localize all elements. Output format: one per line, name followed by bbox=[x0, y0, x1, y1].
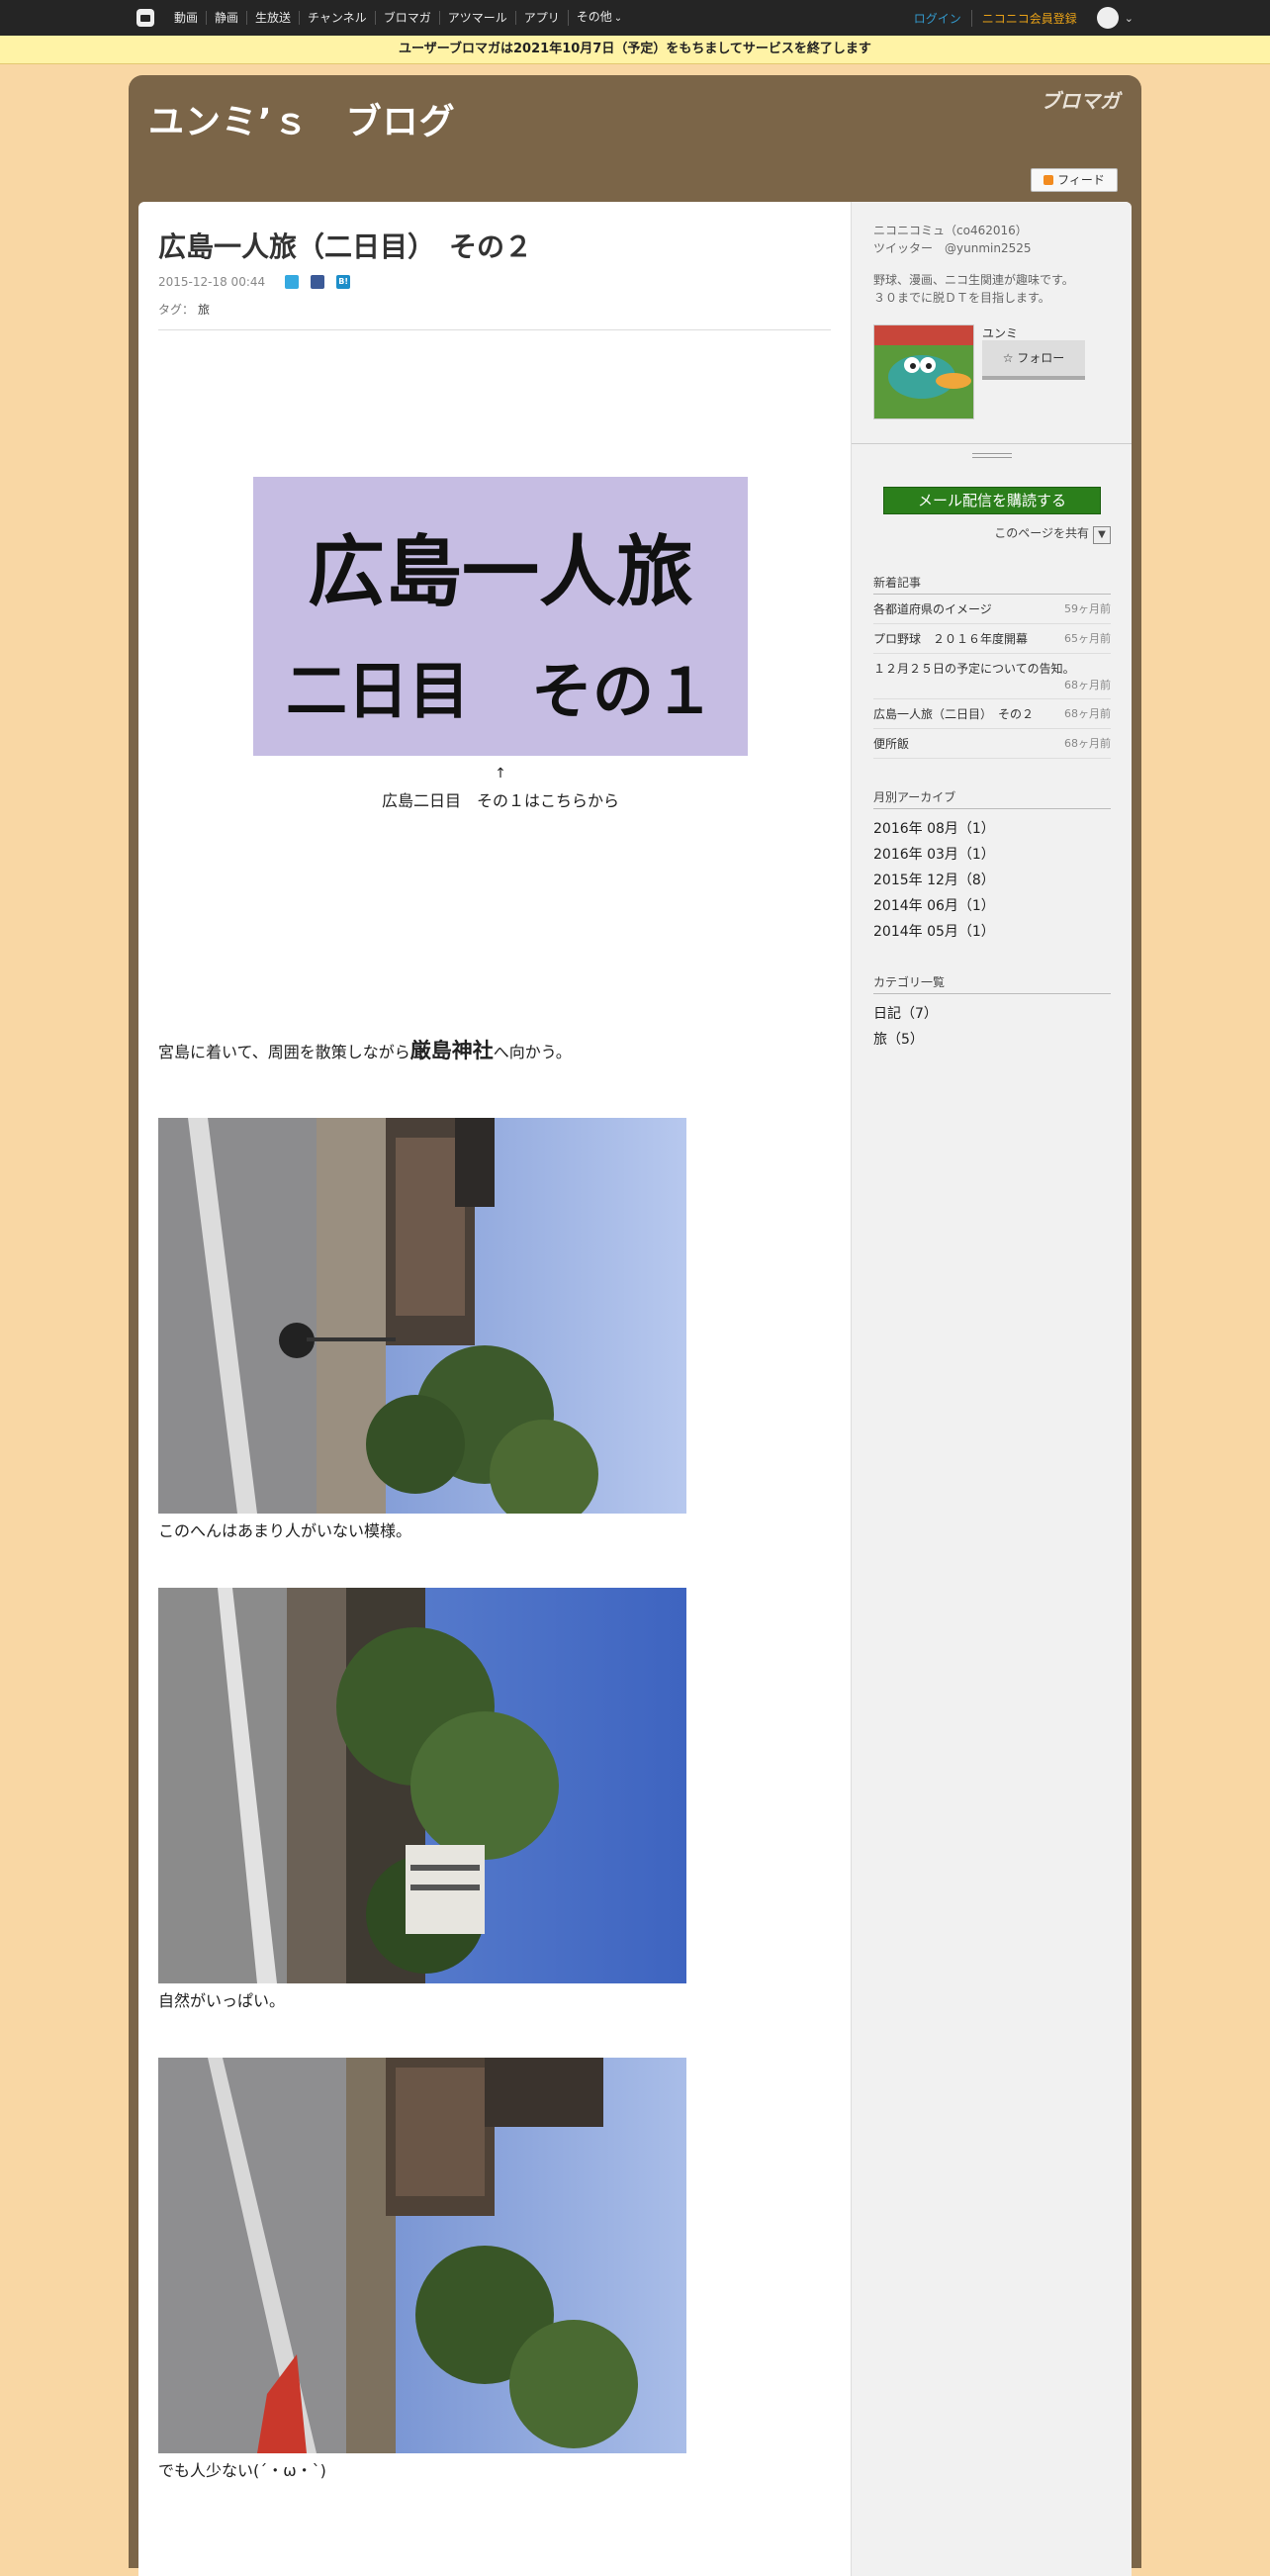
user-avatar-icon[interactable] bbox=[1096, 7, 1119, 29]
bio-line: 野球、漫画、ニコ生関連が趣味です。 bbox=[873, 273, 1074, 287]
login-link[interactable]: ログイン bbox=[904, 9, 972, 27]
category-item[interactable]: 旅（5） bbox=[873, 1026, 1111, 1052]
blog-title[interactable]: ユンミ’ｓ ブログ bbox=[148, 93, 456, 144]
post-meta: 2015-12-18 00:44 B! bbox=[158, 275, 831, 289]
grip-icon[interactable] bbox=[972, 453, 1012, 458]
recent-post-title[interactable]: 各都道府県のイメージ bbox=[873, 600, 992, 617]
mail-subscribe-button[interactable]: メール配信を購読する bbox=[883, 487, 1101, 514]
article-photo[interactable] bbox=[158, 2058, 686, 2453]
service-end-notice: ユーザーブロマガは2021年10月7日（予定）をもちましてサービスを終了します bbox=[0, 36, 1270, 64]
nav-other[interactable]: その他 ⌄ bbox=[567, 10, 630, 26]
facebook-share-icon[interactable] bbox=[311, 275, 325, 289]
nav-atsumaru[interactable]: アツマール bbox=[438, 11, 515, 25]
blog-frame: ユンミ’ｓ ブログ ブロマガ フィード 広島一人旅（二日目） その２ 2015-… bbox=[129, 75, 1141, 2576]
recent-post-item[interactable]: 各都道府県のイメージ 59ヶ月前 bbox=[873, 595, 1111, 624]
blomaga-logo[interactable]: ブロマガ bbox=[1041, 85, 1120, 114]
archive-item[interactable]: 2016年 03月（1） bbox=[873, 841, 1111, 867]
article-photo[interactable] bbox=[158, 1118, 686, 1514]
article: 広島一人旅（二日目） その２ 2015-12-18 00:44 B! タグ：旅 … bbox=[158, 202, 831, 2480]
post-title: 広島一人旅（二日目） その２ bbox=[158, 230, 533, 263]
chevron-down-icon[interactable]: ⌄ bbox=[1125, 12, 1134, 25]
divider-line bbox=[852, 443, 1132, 444]
nav-channel[interactable]: チャンネル bbox=[299, 11, 375, 25]
nav-video[interactable]: 動画 bbox=[166, 11, 206, 25]
sidebar: ニコニコミュ（co462016） ツイッター @yunmin2525 野球、漫画… bbox=[851, 202, 1132, 2576]
archive-item[interactable]: 2015年 12月（8） bbox=[873, 867, 1111, 892]
nav-live[interactable]: 生放送 bbox=[246, 11, 299, 25]
category-item[interactable]: 日記（7） bbox=[873, 1000, 1111, 1026]
nav-seiga[interactable]: 静画 bbox=[206, 11, 246, 25]
community-link[interactable]: ニコニコミュ（co462016） bbox=[873, 222, 1111, 239]
previous-part-link[interactable]: 広島二日目 その１はこちらから bbox=[253, 787, 748, 811]
hatena-bookmark-icon[interactable]: B! bbox=[336, 275, 351, 289]
global-nav: 動画 静画 生放送 チャンネル ブロマガ アツマール アプリ その他 ⌄ ログイン… bbox=[0, 0, 1270, 36]
twitter-link[interactable]: ツイッター @yunmin2525 bbox=[873, 239, 1111, 257]
user-avatar[interactable] bbox=[873, 324, 974, 419]
user-name[interactable]: ユンミ bbox=[982, 324, 1018, 341]
archive-item[interactable]: 2016年 08月（1） bbox=[873, 815, 1111, 841]
share-page-label: このページを共有 bbox=[994, 526, 1089, 540]
recent-post-item[interactable]: １２月２５日の予定についての告知。 68ヶ月前 bbox=[873, 654, 1111, 699]
post-date: 2015-12-18 00:44 bbox=[158, 275, 266, 289]
nav-blomaga[interactable]: ブロマガ bbox=[374, 11, 439, 25]
nav-app[interactable]: アプリ bbox=[514, 11, 568, 25]
niconico-logo-icon[interactable] bbox=[136, 9, 154, 27]
photo-caption: このへんはあまり人がいない模様。 bbox=[158, 1521, 412, 1540]
recent-post-item[interactable]: プロ野球 ２０１６年度開幕 65ヶ月前 bbox=[873, 624, 1111, 654]
share-page[interactable]: このページを共有 ▼ bbox=[873, 524, 1111, 544]
recent-post-title[interactable]: プロ野球 ２０１６年度開幕 bbox=[873, 630, 1028, 647]
user-block: ユンミ ☆ フォロー bbox=[873, 324, 1111, 423]
follow-button[interactable]: ☆ フォロー bbox=[982, 340, 1085, 380]
recent-post-age: 68ヶ月前 bbox=[1064, 679, 1111, 691]
archive-item[interactable]: 2014年 06月（1） bbox=[873, 892, 1111, 918]
previous-part-banner[interactable]: 広島一人旅 二日目 その１ bbox=[253, 477, 748, 756]
tags-label: タグ： bbox=[158, 303, 195, 317]
follow-label: フォロー bbox=[1017, 351, 1065, 365]
feed-button[interactable]: フィード bbox=[1031, 168, 1118, 192]
profile-info: ニコニコミュ（co462016） ツイッター @yunmin2525 bbox=[873, 222, 1111, 257]
bio-line: ３０までに脱ＤＴを目指します。 bbox=[873, 291, 1050, 305]
para-before: 宮島に着いて、周囲を散策しながら bbox=[158, 1043, 410, 1061]
category-title: カテゴリ一覧 bbox=[873, 973, 1111, 994]
recent-post-age: 68ヶ月前 bbox=[1064, 737, 1111, 750]
category-list: 日記（7） 旅（5） bbox=[873, 1000, 1111, 1052]
recent-post-title[interactable]: 便所飯 bbox=[873, 735, 909, 752]
post-tags: タグ：旅 bbox=[158, 301, 831, 330]
recent-posts: 各都道府県のイメージ 59ヶ月前 プロ野球 ２０１６年度開幕 65ヶ月前 １２月２５… bbox=[873, 595, 1111, 759]
twitter-share-icon[interactable] bbox=[285, 275, 300, 289]
up-arrow: ↑ bbox=[495, 766, 506, 782]
content-panel: 広島一人旅（二日目） その２ 2015-12-18 00:44 B! タグ：旅 … bbox=[138, 202, 1132, 2576]
feed-label: フィード bbox=[1057, 173, 1105, 187]
archive-item[interactable]: 2014年 05月（1） bbox=[873, 918, 1111, 944]
rss-icon bbox=[1043, 175, 1054, 185]
banner-line2: 二日目 その１ bbox=[285, 655, 715, 727]
article-photo[interactable] bbox=[158, 1588, 686, 1983]
recent-post-item[interactable]: 便所飯 68ヶ月前 bbox=[873, 729, 1111, 759]
nav-other-label: その他 bbox=[576, 10, 612, 24]
recent-posts-title: 新着記事 bbox=[873, 574, 1111, 595]
photo-caption: 自然がいっぱい。 bbox=[158, 1991, 286, 2010]
dropdown-arrow-icon[interactable]: ▼ bbox=[1093, 526, 1111, 544]
recent-post-title[interactable]: １２月２５日の予定についての告知。 bbox=[873, 660, 1075, 677]
archive-title: 月別アーカイブ bbox=[873, 788, 1111, 809]
sidebar-divider bbox=[852, 443, 1132, 483]
profile-bio: 野球、漫画、ニコ生関連が趣味です。 ３０までに脱ＤＴを目指します。 bbox=[873, 271, 1111, 307]
recent-post-item[interactable]: 広島一人旅（二日目） その２ 68ヶ月前 bbox=[873, 699, 1111, 729]
star-icon: ☆ bbox=[1002, 351, 1014, 365]
register-link[interactable]: ニコニコ会員登録 bbox=[972, 10, 1087, 27]
recent-post-age: 65ヶ月前 bbox=[1064, 632, 1111, 645]
para-emphasis: 厳島神社 bbox=[409, 1039, 494, 1062]
article-paragraph: 宮島に着いて、周囲を散策しながら厳島神社へ向かう。 bbox=[158, 1035, 572, 1064]
recent-post-age: 59ヶ月前 bbox=[1064, 602, 1111, 615]
banner-line1: 広島一人旅 bbox=[307, 528, 693, 617]
recent-post-title[interactable]: 広島一人旅（二日目） その２ bbox=[873, 705, 1034, 722]
recent-post-age: 68ヶ月前 bbox=[1064, 707, 1111, 720]
tag-link[interactable]: 旅 bbox=[198, 303, 210, 317]
para-after: へ向かう。 bbox=[493, 1043, 572, 1061]
chevron-down-icon: ⌄ bbox=[613, 13, 623, 24]
monthly-archive: 2016年 08月（1） 2016年 03月（1） 2015年 12月（8） 2… bbox=[873, 815, 1111, 944]
photo-caption: でも人少ない(´・ω・`) bbox=[158, 2461, 326, 2480]
